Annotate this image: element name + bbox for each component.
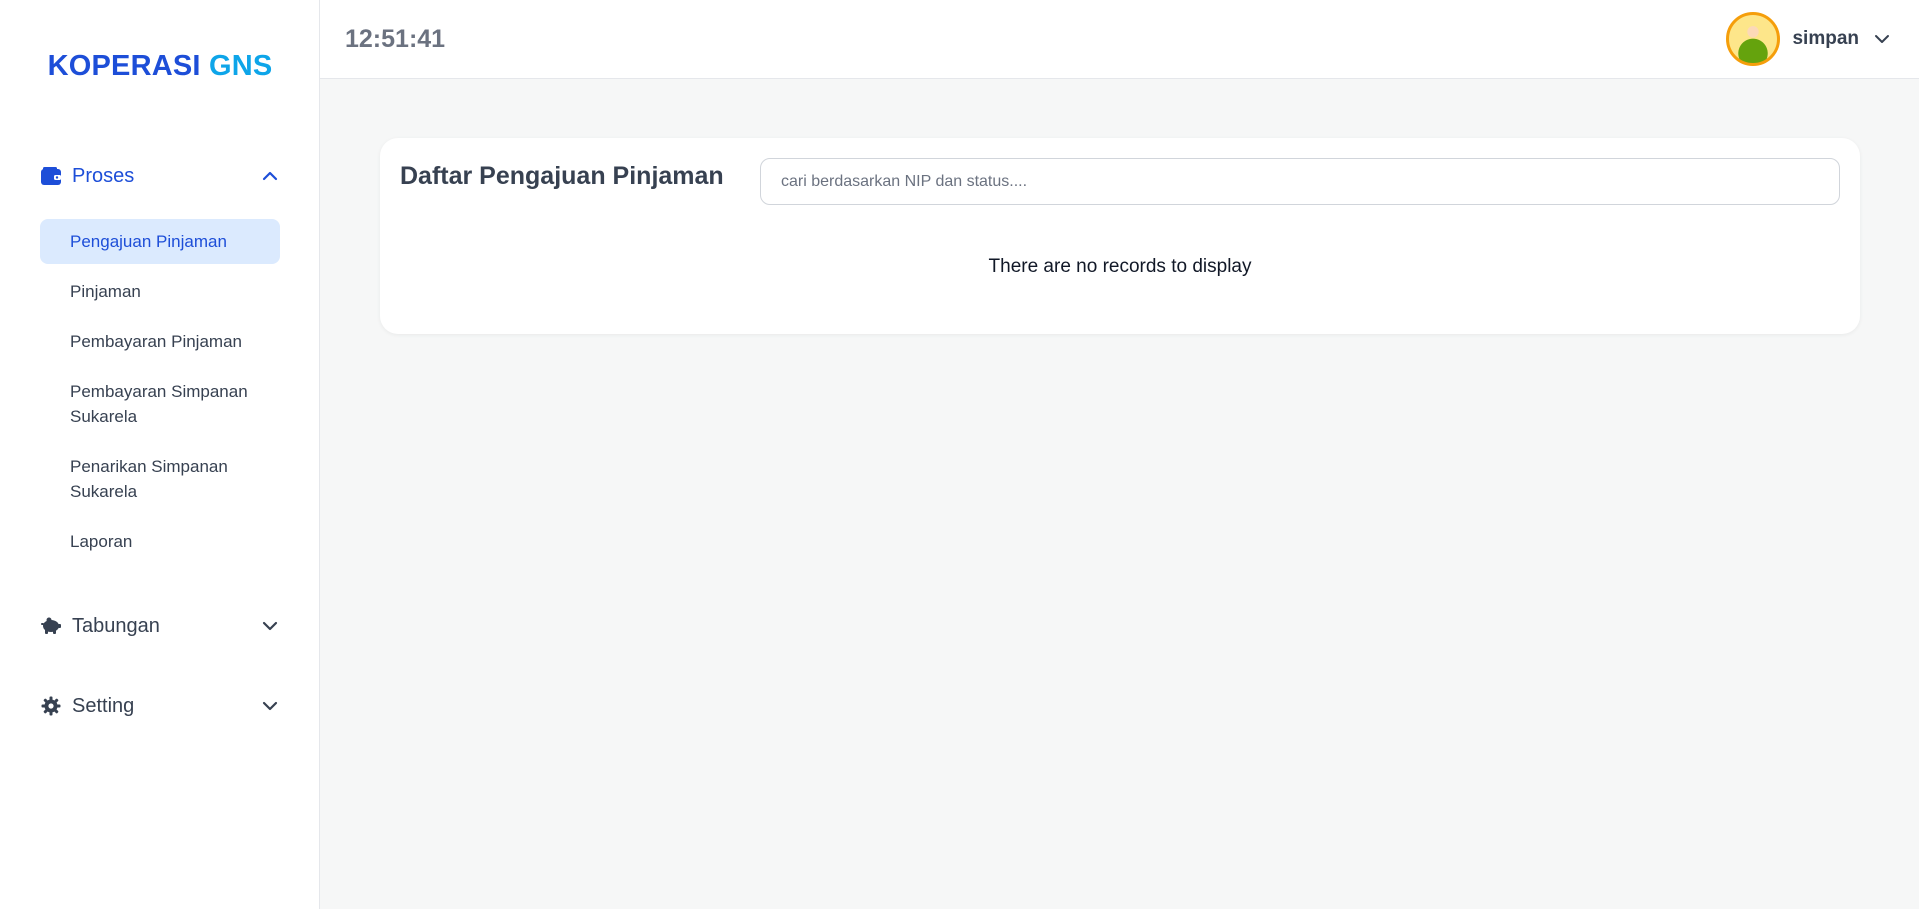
proses-subnav: Pengajuan Pinjaman Pinjaman Pembayaran P… — [40, 219, 280, 564]
chevron-down-icon — [260, 696, 280, 716]
sidebar-group-setting[interactable]: Setting — [40, 691, 280, 721]
sidebar: KOPERASI GNS Proses Pengajuan Pinjaman P… — [0, 0, 320, 909]
sidebar-item-laporan[interactable]: Laporan — [40, 519, 280, 564]
topbar: 12:51:41 simpan — [320, 0, 1919, 79]
sidebar-group-label: Proses — [72, 164, 135, 187]
main-area: 12:51:41 simpan Daftar Pengajuan Pinjama… — [320, 0, 1919, 909]
brand-part2: GNS — [208, 50, 273, 82]
clock: 12:51:41 — [345, 24, 446, 53]
user-menu[interactable]: simpan — [1726, 12, 1891, 66]
sidebar-group-label: Tabungan — [72, 614, 160, 637]
sidebar-item-penarikan-simpanan-sukarela[interactable]: Penarikan Simpanan Sukarela — [40, 444, 280, 514]
sidebar-item-pengajuan-pinjaman[interactable]: Pengajuan Pinjaman — [40, 219, 280, 264]
chevron-down-icon[interactable] — [1873, 30, 1891, 48]
content: Daftar Pengajuan Pinjaman There are no r… — [320, 79, 1919, 334]
avatar[interactable] — [1726, 12, 1781, 66]
brand-part1: KOPERASI — [47, 50, 201, 82]
username: simpan — [1792, 28, 1859, 49]
piggy-bank-icon — [40, 615, 62, 637]
gear-icon — [40, 695, 62, 717]
wallet-icon — [40, 165, 62, 187]
sidebar-item-pinjaman[interactable]: Pinjaman — [40, 269, 280, 314]
sidebar-group-tabungan[interactable]: Tabungan — [40, 611, 280, 641]
chevron-down-icon — [260, 616, 280, 636]
page-title: Daftar Pengajuan Pinjaman — [400, 162, 724, 190]
loan-request-card: Daftar Pengajuan Pinjaman There are no r… — [380, 138, 1860, 334]
search-input[interactable] — [760, 158, 1840, 205]
empty-state-message: There are no records to display — [988, 256, 1252, 277]
sidebar-group-proses[interactable]: Proses — [40, 161, 280, 191]
brand-logo[interactable]: KOPERASI GNS — [0, 50, 320, 83]
sidebar-item-pembayaran-simpanan-sukarela[interactable]: Pembayaran Simpanan Sukarela — [40, 369, 280, 439]
sidebar-group-label: Setting — [72, 694, 135, 717]
app-root: KOPERASI GNS Proses Pengajuan Pinjaman P… — [0, 0, 1919, 909]
chevron-up-icon — [260, 166, 280, 186]
sidebar-item-pembayaran-pinjaman[interactable]: Pembayaran Pinjaman — [40, 319, 280, 364]
